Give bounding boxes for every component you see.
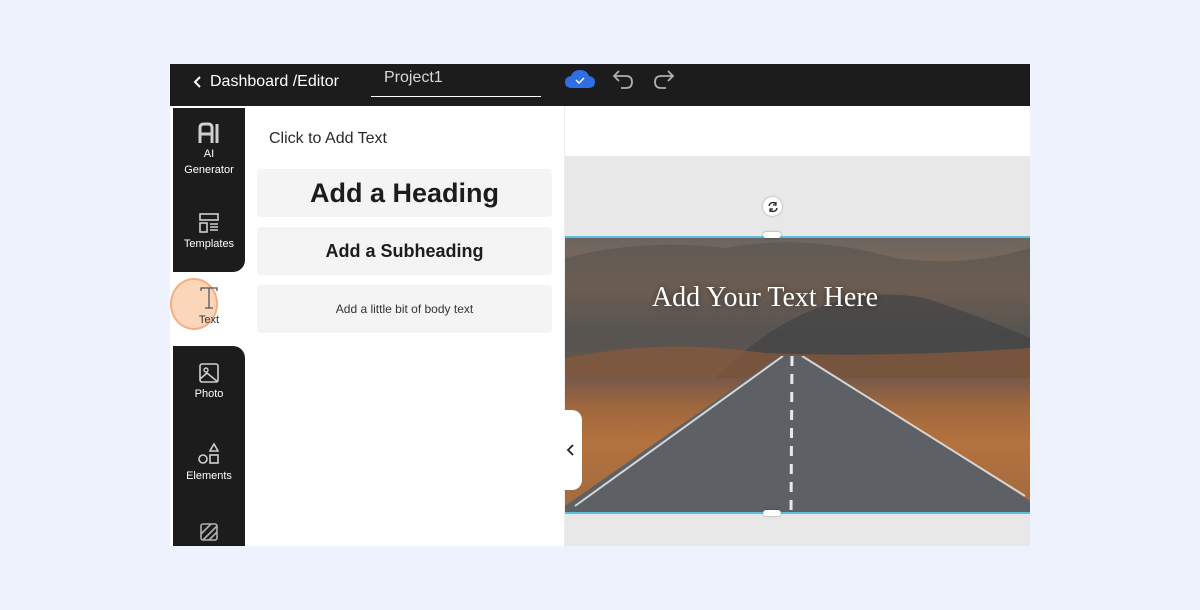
project-name-input[interactable]: Project1 (371, 64, 541, 97)
sidebar-item-label: Photo (194, 388, 224, 400)
sidebar-item-label: Generator (184, 164, 234, 176)
sidebar-item-label: Text (198, 314, 220, 326)
sidebar-item-background[interactable] (173, 522, 245, 544)
rotate-icon (767, 201, 778, 212)
sidebar-item-templates[interactable]: Templates (173, 212, 245, 252)
background-icon (200, 523, 218, 541)
back-to-dashboard-link[interactable]: Dashboard /Editor (192, 68, 339, 96)
sidebar: AI Generator Templates Text Photo Elemen… (170, 106, 245, 546)
sidebar-item-text[interactable]: Text (173, 286, 245, 328)
undo-icon[interactable] (611, 68, 635, 90)
sidebar-item-label: AI (203, 148, 215, 160)
resize-handle-top[interactable] (763, 232, 781, 238)
sidebar-item-label: Templates (183, 238, 235, 250)
shapes-icon (198, 442, 220, 464)
canvas-image[interactable]: Add Your Text Here (565, 236, 1030, 514)
chevron-left-icon (193, 76, 201, 88)
panel-title: Click to Add Text (269, 130, 387, 147)
sidebar-item-label: Elements (186, 470, 232, 482)
sidebar-item-photo[interactable]: Photo (173, 362, 245, 402)
sidebar-item-ai-generator[interactable]: AI Generator (173, 122, 245, 178)
canvas-area: Add Your Text Here (565, 106, 1030, 546)
photo-icon (199, 363, 219, 383)
resize-handle-bottom[interactable] (763, 510, 781, 516)
editor-app: Dashboard /Editor Project1 AI Generator (170, 64, 1030, 546)
cloud-check-icon[interactable] (564, 68, 596, 90)
rotate-handle[interactable] (763, 197, 782, 216)
redo-icon[interactable] (652, 68, 676, 90)
chevron-left-icon (566, 444, 574, 456)
collapse-panel-button[interactable] (560, 410, 582, 490)
add-body-text-button[interactable]: Add a little bit of body text (257, 285, 552, 333)
add-heading-button[interactable]: Add a Heading (257, 169, 552, 217)
add-subheading-button[interactable]: Add a Subheading (257, 227, 552, 275)
breadcrumb: Dashboard /Editor (210, 73, 339, 90)
text-icon (200, 287, 218, 309)
sidebar-item-elements[interactable]: Elements (173, 442, 245, 484)
text-panel: Click to Add Text Add a Heading Add a Su… (245, 106, 565, 546)
canvas-text-box[interactable]: Add Your Text Here (565, 282, 965, 314)
top-bar: Dashboard /Editor Project1 (170, 64, 1030, 106)
ai-icon (198, 122, 219, 143)
templates-icon (199, 213, 219, 233)
road-shape (565, 356, 1030, 512)
